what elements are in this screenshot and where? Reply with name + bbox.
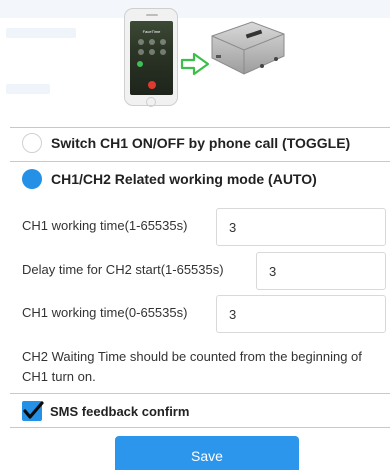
background-text [6,84,50,94]
phone-home-button [146,97,156,107]
controller-device-image [211,21,285,75]
phone-screen: FaceTime [130,21,173,95]
ch1-working-time-2-label: CH1 working time(0-65535s) [22,305,188,320]
background-text [6,28,76,38]
call-control-dot [160,39,166,45]
ch2-delay-row: Delay time for CH2 start(1-65535s) [10,262,224,277]
call-control-dot [138,39,144,45]
call-control-dot [138,49,144,55]
call-control-dot [149,49,155,55]
background-header-strip [0,0,390,18]
ch1-working-time-label: CH1 working time(1-65535s) [22,218,188,233]
ch2-delay-label: Delay time for CH2 start(1-65535s) [22,262,224,277]
ch2-delay-input[interactable] [256,252,386,290]
mode-toggle-label: Switch CH1 ON/OFF by phone call (TOGGLE) [51,135,351,151]
divider [10,393,390,394]
ch1-working-time-2-row: CH1 working time(0-65535s) [10,305,187,320]
divider [10,127,390,128]
mode-auto-option[interactable]: CH1/CH2 Related working mode (AUTO) [22,167,317,191]
sms-feedback-label: SMS feedback confirm [50,403,190,419]
decline-call-icon [148,81,156,89]
sms-feedback-option[interactable]: SMS feedback confirm [22,401,189,421]
mode-toggle-option[interactable]: Switch CH1 ON/OFF by phone call (TOGGLE) [22,131,350,155]
radio-auto-mode[interactable] [22,169,42,189]
phone-speaker [146,14,158,16]
phone-image: FaceTime [124,8,178,107]
save-button[interactable]: Save [115,436,299,470]
mode-auto-label: CH1/CH2 Related working mode (AUTO) [51,171,317,187]
accept-call-icon [137,61,143,67]
ch1-working-time-row: CH1 working time(1-65535s) [10,218,187,233]
radio-toggle-mode[interactable] [22,133,42,153]
sms-feedback-checkbox[interactable] [22,401,44,421]
call-control-dot [149,39,155,45]
divider [10,427,390,428]
ch2-waiting-note: CH2 Waiting Time should be counted from … [22,349,362,384]
call-control-dot [160,49,166,55]
call-title: FaceTime [142,29,161,34]
checkmark-icon [23,401,44,419]
ch1-working-time-2-input[interactable] [216,295,386,333]
ch1-working-time-input[interactable] [216,208,386,246]
illustration-area: FaceTime [0,0,390,128]
divider [10,161,390,162]
